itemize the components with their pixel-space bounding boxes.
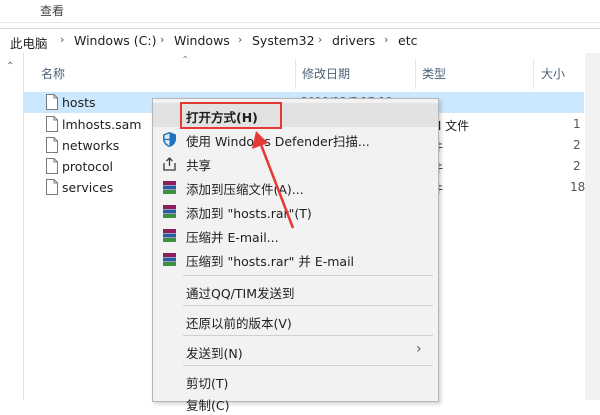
menu-item-label: 压缩并 E-mail... xyxy=(186,230,279,245)
ribbon: 查看 xyxy=(0,0,600,23)
menu-item-cut[interactable]: 剪切(T) xyxy=(153,369,438,393)
highlight-box xyxy=(180,102,282,129)
chevron-right-icon[interactable]: › xyxy=(318,33,322,46)
file-icon xyxy=(46,94,58,110)
column-header-date[interactable]: 修改日期 xyxy=(302,65,350,82)
winrar-icon xyxy=(163,253,176,266)
menu-item-label: 发送到(N) xyxy=(186,346,243,361)
vertical-scrollbar[interactable] xyxy=(585,53,600,400)
file-icon xyxy=(46,158,58,174)
winrar-icon xyxy=(163,229,176,242)
file-name: hosts xyxy=(62,95,96,110)
file-icon xyxy=(46,137,58,153)
menu-item-label: 共享 xyxy=(186,158,212,173)
column-header-size[interactable]: 大小 xyxy=(541,65,565,82)
file-icon xyxy=(46,179,58,195)
breadcrumb-item-this-pc[interactable]: 此电脑 xyxy=(10,33,48,52)
chevron-up-icon[interactable]: ⌃ xyxy=(6,61,14,72)
column-headers: ⌃ 名称 修改日期 类型 大小 xyxy=(24,53,600,91)
menu-item-restore-previous[interactable]: 还原以前的版本(V) xyxy=(153,309,438,333)
menu-item-label: 还原以前的版本(V) xyxy=(186,316,292,331)
breadcrumb[interactable]: 此电脑 › Windows (C:) › Windows › System32 … xyxy=(0,28,600,54)
sort-ascending-icon: ⌃ xyxy=(181,55,190,66)
menu-item-label: 压缩到 "hosts.rar" 并 E-mail xyxy=(186,254,355,269)
column-header-name[interactable]: 名称 xyxy=(41,65,65,82)
menu-separator xyxy=(183,305,433,306)
navigation-pane: ⌃ xyxy=(0,53,24,400)
winrar-icon xyxy=(163,181,176,194)
menu-item-copy[interactable]: 复制(C) xyxy=(153,391,438,415)
menu-item-label: 添加到压缩文件(A)... xyxy=(186,182,304,197)
menu-item-send-via-qq[interactable]: 通过QQ/TIM发送到 xyxy=(153,279,438,303)
menu-separator xyxy=(183,275,433,276)
file-size: 18 xyxy=(570,180,586,194)
breadcrumb-item-drivers[interactable]: drivers xyxy=(332,33,375,48)
breadcrumb-item-drive[interactable]: Windows (C:) xyxy=(74,33,156,48)
file-name: services xyxy=(62,180,114,195)
breadcrumb-item-windows[interactable]: Windows xyxy=(174,33,230,48)
column-divider[interactable] xyxy=(415,59,416,89)
menu-item-send-to[interactable]: 发送到(N) › xyxy=(153,339,438,363)
defender-shield-icon xyxy=(163,132,176,147)
menu-separator xyxy=(183,335,433,336)
menu-item-label: 添加到 "hosts.rar"(T) xyxy=(186,206,312,221)
chevron-right-icon[interactable]: › xyxy=(238,33,242,46)
file-size: 1 xyxy=(573,117,581,131)
menu-item-add-to-archive[interactable]: 添加到压缩文件(A)... xyxy=(153,175,438,199)
column-divider[interactable] xyxy=(533,59,534,89)
chevron-right-icon[interactable]: › xyxy=(384,33,388,46)
file-icon xyxy=(46,116,58,132)
file-name: protocol xyxy=(62,159,113,174)
breadcrumb-item-system32[interactable]: System32 xyxy=(252,33,315,48)
column-divider[interactable] xyxy=(295,59,296,89)
menu-separator xyxy=(183,365,433,366)
file-name: lmhosts.sam xyxy=(62,117,142,132)
column-header-type[interactable]: 类型 xyxy=(422,65,446,82)
menu-item-compress-hosts-email[interactable]: 压缩到 "hosts.rar" 并 E-mail xyxy=(153,247,438,271)
menu-item-add-to-hosts-rar[interactable]: 添加到 "hosts.rar"(T) xyxy=(153,199,438,223)
file-name: networks xyxy=(62,138,120,153)
ribbon-tab-view[interactable]: 查看 xyxy=(40,2,64,19)
file-size: 2 xyxy=(573,159,581,173)
chevron-right-icon[interactable]: › xyxy=(60,33,64,46)
breadcrumb-item-etc[interactable]: etc xyxy=(398,33,417,48)
chevron-right-icon[interactable]: › xyxy=(160,33,164,46)
menu-item-label: 使用 Windows Defender扫描... xyxy=(186,134,370,149)
chevron-right-icon: › xyxy=(416,341,422,357)
file-size: 2 xyxy=(573,138,581,152)
winrar-icon xyxy=(163,205,176,218)
menu-item-label: 通过QQ/TIM发送到 xyxy=(186,286,295,301)
menu-item-label: 剪切(T) xyxy=(186,376,229,391)
menu-item-label: 复制(C) xyxy=(186,398,230,413)
menu-item-defender-scan[interactable]: 使用 Windows Defender扫描... xyxy=(153,127,438,151)
context-menu: 打开方式(H) 使用 Windows Defender扫描... 共享 添加到压… xyxy=(152,98,439,413)
share-icon xyxy=(163,157,176,171)
menu-item-share[interactable]: 共享 xyxy=(153,151,438,175)
menu-item-compress-email[interactable]: 压缩并 E-mail... xyxy=(153,223,438,247)
